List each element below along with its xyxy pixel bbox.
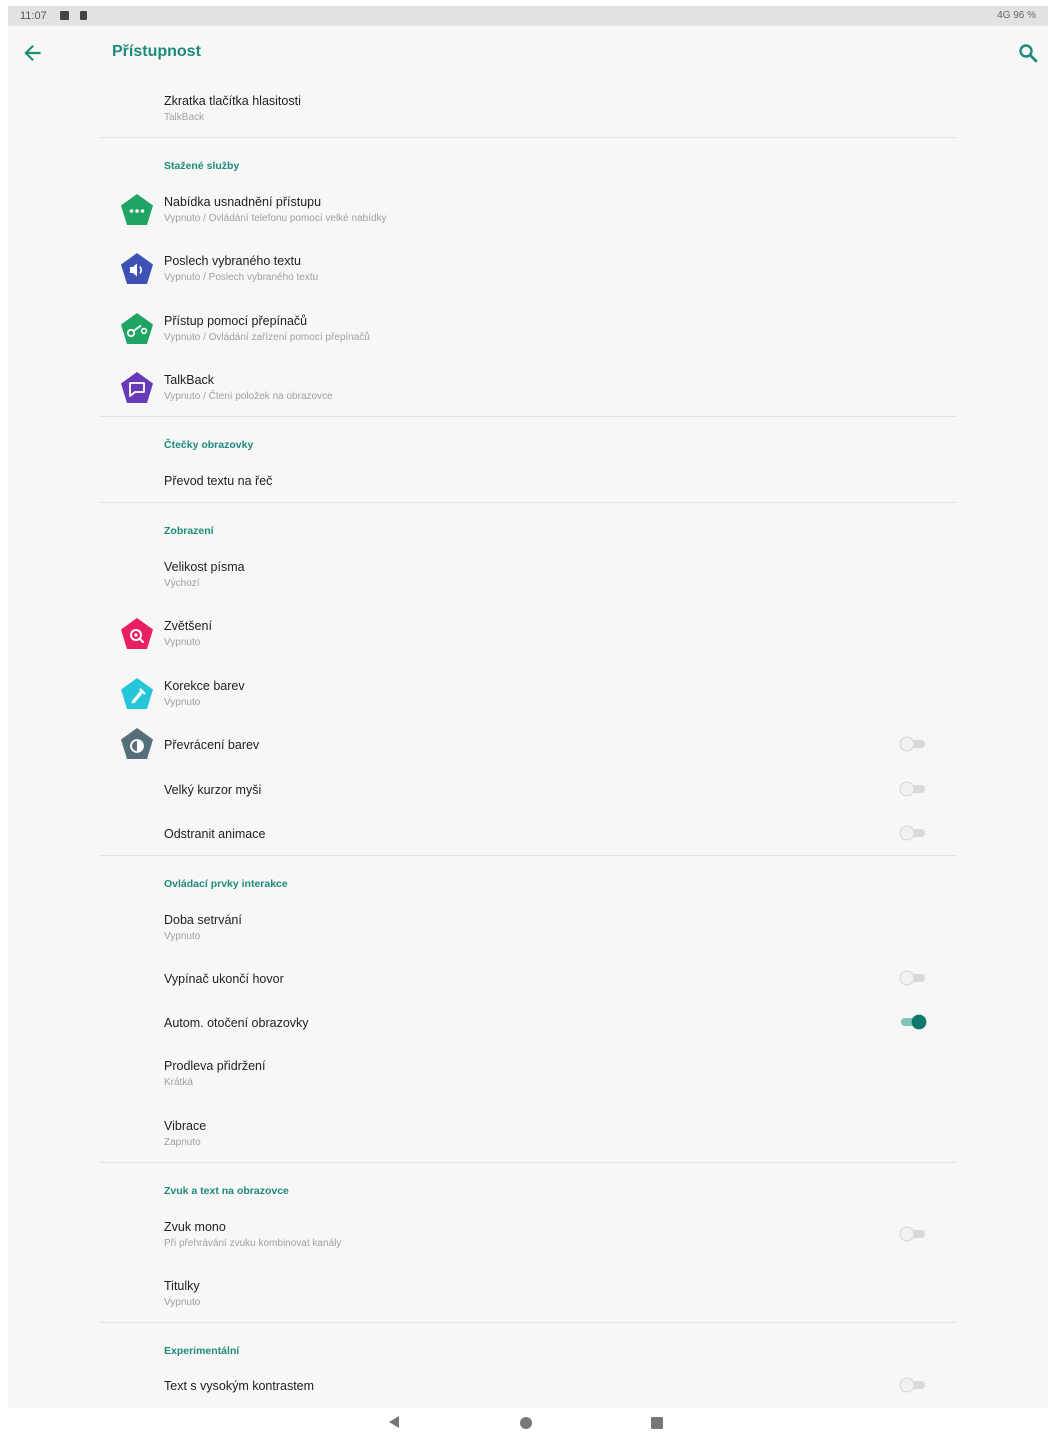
row-title: Přístup pomocí přepínačů xyxy=(164,314,308,328)
vibration-row[interactable]: Vibrace Zapnuto xyxy=(164,1119,1048,1151)
switch-access-row[interactable]: Přístup pomocí přepínačů Vypnuto / Ovlád… xyxy=(164,314,1048,346)
row-title: Převrácení barev xyxy=(164,738,260,752)
navigation-bar xyxy=(0,1408,1048,1437)
nav-home-icon[interactable] xyxy=(520,1417,532,1429)
row-title: Zvuk mono xyxy=(164,1220,226,1234)
captions-row[interactable]: Titulky Vypnuto xyxy=(164,1279,1048,1311)
volume-shortcut-row[interactable]: Zkratka tlačítka hlasitosti TalkBack xyxy=(164,94,1048,126)
row-title: Velký kurzor myši xyxy=(164,783,262,797)
row-summary: Vypnuto / Poslech vybraného textu xyxy=(164,272,319,283)
color-correction-icon xyxy=(121,678,153,709)
color-inversion-icon xyxy=(121,728,153,759)
font-size-row[interactable]: Velikost písma Výchozí xyxy=(164,560,1048,592)
divider xyxy=(100,502,956,503)
status-bar: 11:07 4G 96 % xyxy=(8,6,1048,26)
section-header-downloaded: Stažené služby xyxy=(164,160,240,172)
row-title: Vibrace xyxy=(164,1119,207,1133)
status-indicators: 4G 96 % xyxy=(997,10,1036,21)
row-title: Vypínač ukončí hovor xyxy=(164,972,284,986)
row-summary: Vypnuto xyxy=(164,931,201,942)
nav-recents-icon[interactable] xyxy=(651,1417,663,1429)
color-correction-row[interactable]: Korekce barev Vypnuto xyxy=(164,679,1048,711)
color-inversion-toggle[interactable] xyxy=(898,735,928,753)
divider xyxy=(100,855,956,856)
row-summary: TalkBack xyxy=(164,112,205,123)
row-title: Převod textu na řeč xyxy=(164,474,273,488)
row-summary: Vypnuto / Ovládání zařízení pomocí přepí… xyxy=(164,332,370,343)
row-summary: Výchozí xyxy=(164,578,200,589)
accessibility-menu-row[interactable]: Nabídka usnadnění přístupu Vypnuto / Ovl… xyxy=(164,195,1048,227)
row-summary: Vypnuto xyxy=(164,1297,201,1308)
row-title: TalkBack xyxy=(164,373,215,387)
accessibility-menu-icon xyxy=(121,194,153,225)
row-title: Autom. otočení obrazovky xyxy=(164,1016,309,1030)
row-summary: Vypnuto / Čtení položek na obrazovce xyxy=(164,391,333,402)
row-summary: Při přehrávání zvuku kombinovat kanály xyxy=(164,1238,342,1249)
section-header-experimental: Experimentální xyxy=(164,1345,240,1357)
toggle-thumb xyxy=(911,1014,927,1030)
row-title: Zkratka tlačítka hlasitosti xyxy=(164,94,301,108)
page-title: Přístupnost xyxy=(112,43,201,60)
magnification-icon xyxy=(121,618,153,649)
divider xyxy=(100,416,956,417)
tts-output-row[interactable]: Převod textu na řeč xyxy=(164,474,1048,492)
row-title: Prodleva přidržení xyxy=(164,1059,266,1073)
row-summary: Vypnuto xyxy=(164,637,201,648)
section-header-screen-readers: Čtečky obrazovky xyxy=(164,439,254,451)
toggle-thumb xyxy=(899,1377,915,1393)
notification-icon xyxy=(60,11,69,20)
magnification-row[interactable]: Zvětšení Vypnuto xyxy=(164,619,1048,651)
toggle-thumb xyxy=(899,825,915,841)
section-header-display: Zobrazení xyxy=(164,525,214,537)
settings-screen: 11:07 4G 96 % Přístupnost Zkratka tlačít… xyxy=(8,6,1048,1408)
row-title: Titulky xyxy=(164,1279,200,1293)
row-summary: Vypnuto xyxy=(164,697,201,708)
toggle-thumb xyxy=(899,781,915,797)
toggle-thumb xyxy=(899,1226,915,1242)
row-title: Doba setrvání xyxy=(164,913,242,927)
status-time: 11:07 xyxy=(20,10,47,22)
switch-access-icon xyxy=(121,313,153,344)
dwell-timing-row[interactable]: Doba setrvání Vypnuto xyxy=(164,913,1048,945)
row-title: Velikost písma xyxy=(164,560,245,574)
divider xyxy=(100,1322,956,1323)
row-summary: Krátká xyxy=(164,1077,193,1088)
talkback-row[interactable]: TalkBack Vypnuto / Čtení položek na obra… xyxy=(164,373,1048,405)
row-summary: Zapnuto xyxy=(164,1137,201,1148)
row-title: Poslech vybraného textu xyxy=(164,254,301,268)
divider xyxy=(100,1162,956,1163)
sd-card-icon xyxy=(80,11,87,20)
row-title: Odstranit animace xyxy=(164,827,266,841)
high-contrast-text-toggle[interactable] xyxy=(898,1376,928,1394)
mono-audio-toggle[interactable] xyxy=(898,1225,928,1243)
section-header-interaction: Ovládací prvky interakce xyxy=(164,878,288,890)
back-arrow-icon[interactable] xyxy=(20,40,46,66)
app-bar: Přístupnost xyxy=(8,26,1048,80)
nav-back-icon[interactable] xyxy=(386,1414,402,1430)
auto-rotate-toggle[interactable] xyxy=(898,1013,928,1031)
row-title: Nabídka usnadnění přístupu xyxy=(164,195,322,209)
power-ends-call-toggle[interactable] xyxy=(898,969,928,987)
section-header-audio: Zvuk a text na obrazovce xyxy=(164,1185,289,1197)
row-title: Zvětšení xyxy=(164,619,212,633)
toggle-thumb xyxy=(899,970,915,986)
remove-animations-toggle[interactable] xyxy=(898,824,928,842)
select-to-speak-icon xyxy=(121,253,153,284)
large-cursor-toggle[interactable] xyxy=(898,780,928,798)
row-title: Korekce barev xyxy=(164,679,245,693)
row-title: Text s vysokým kontrastem xyxy=(164,1379,315,1393)
toggle-thumb xyxy=(899,736,915,752)
divider xyxy=(100,137,956,138)
select-to-speak-row[interactable]: Poslech vybraného textu Vypnuto / Poslec… xyxy=(164,254,1048,286)
talkback-icon xyxy=(121,372,153,403)
search-icon[interactable] xyxy=(1016,41,1040,65)
touch-hold-delay-row[interactable]: Prodleva přidržení Krátká xyxy=(164,1059,1048,1091)
row-summary: Vypnuto / Ovládání telefonu pomocí velké… xyxy=(164,213,387,224)
